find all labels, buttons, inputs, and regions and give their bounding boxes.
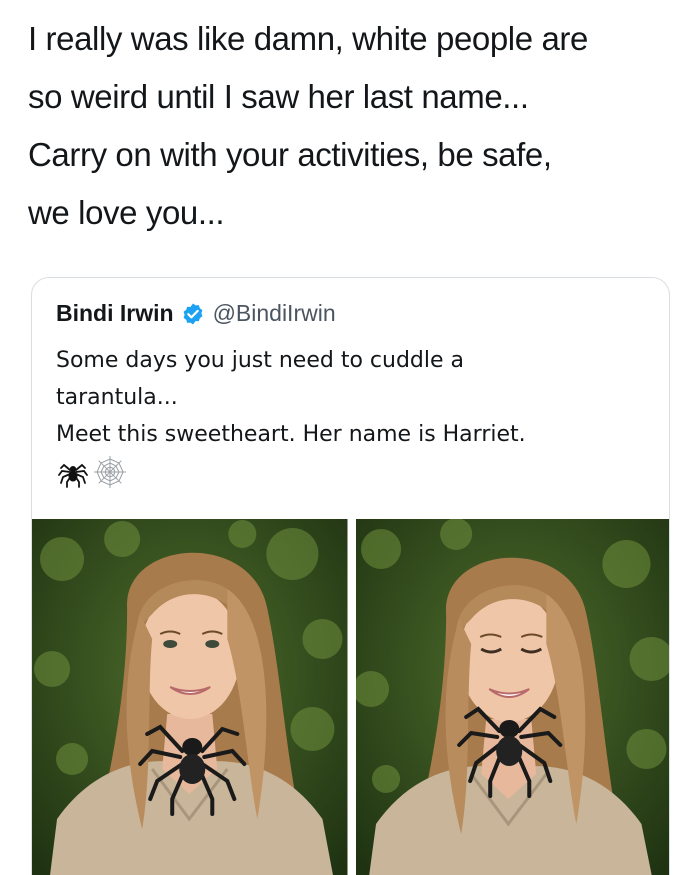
top-tweet-line: we love you... (28, 194, 225, 231)
top-tweet-line: so weird until I saw her last name... (28, 78, 529, 115)
author-handle[interactable]: @BindiIrwin (213, 300, 336, 327)
top-tweet-line: I really was like damn, white people are (28, 20, 588, 57)
photo-right[interactable] (355, 519, 669, 875)
quoted-tweet-header: Bindi Irwin @BindiIrwin (56, 300, 336, 327)
photo-left-image (32, 519, 348, 875)
emoji-row (57, 455, 127, 489)
spider-web-icon (94, 456, 126, 488)
photo-right-image (355, 519, 669, 875)
top-tweet-text: I really was like damn, white people are… (28, 10, 678, 242)
quoted-tweet-line: tarantula... (56, 385, 178, 410)
quoted-tweet-line: Some days you just need to cuddle a (56, 348, 464, 373)
spider-emoji-icon (58, 463, 88, 488)
quoted-tweet-body: Some days you just need to cuddle a tara… (56, 342, 646, 453)
top-tweet-line: Carry on with your activities, be safe, (28, 136, 552, 173)
author-name[interactable]: Bindi Irwin (56, 300, 174, 327)
quoted-tweet-card[interactable]: Bindi Irwin @BindiIrwin Some days you ju… (31, 277, 670, 875)
verified-badge-icon (181, 302, 205, 326)
quoted-tweet-line: Meet this sweetheart. Her name is Harrie… (56, 422, 526, 447)
photo-grid (32, 519, 669, 875)
photo-left[interactable] (32, 519, 348, 875)
